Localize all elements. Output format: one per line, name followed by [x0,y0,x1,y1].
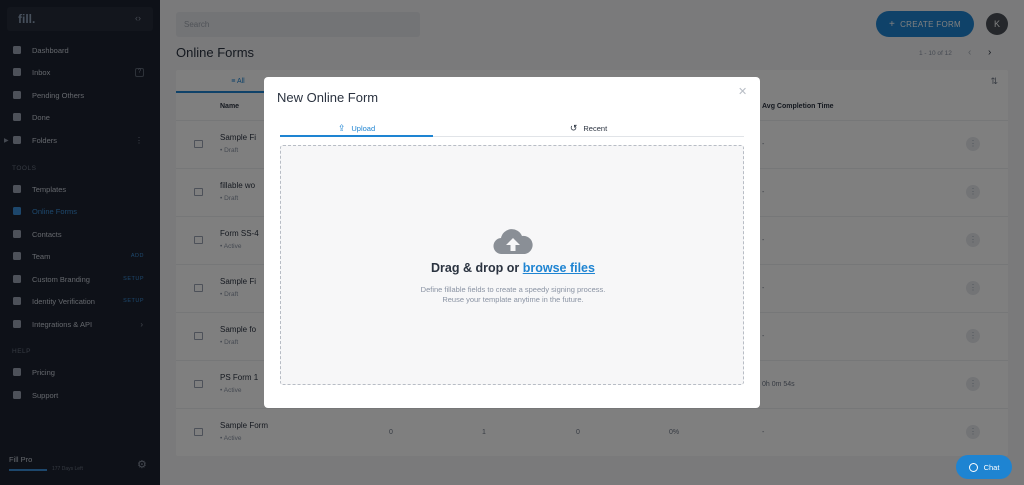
chat-label: Chat [983,462,1000,472]
chat-button[interactable]: Chat [956,455,1012,479]
tab-upload[interactable]: ⇪ Upload [280,120,433,136]
cloud-upload-icon [493,229,533,255]
tab-recent[interactable]: ↺ Recent [433,120,744,136]
tab-active-indicator [280,135,433,137]
file-dropzone[interactable]: Drag & drop or browse files Define filla… [280,145,744,385]
chat-icon [968,462,978,472]
dropzone-description-line-1: Define fillable fields to create a speed… [420,285,606,294]
tab-upload-label: Upload [351,123,376,133]
close-icon[interactable]: ✕ [738,85,747,98]
upload-icon: ⇪ [337,122,346,133]
dialog-title: New Online Form [277,90,379,105]
dropzone-description-line-2: Reuse your template anytime in the futur… [442,295,584,304]
history-icon: ↺ [569,122,578,133]
drag-drop-text: Drag & drop or browse files [281,261,745,275]
new-online-form-dialog: New Online Form ✕ ⇪ Upload ↺ Recent Drag… [264,77,760,408]
drag-drop-label: Drag & drop or [431,261,520,275]
tab-recent-label: Recent [583,123,608,133]
browse-files-link[interactable]: browse files [523,261,595,275]
